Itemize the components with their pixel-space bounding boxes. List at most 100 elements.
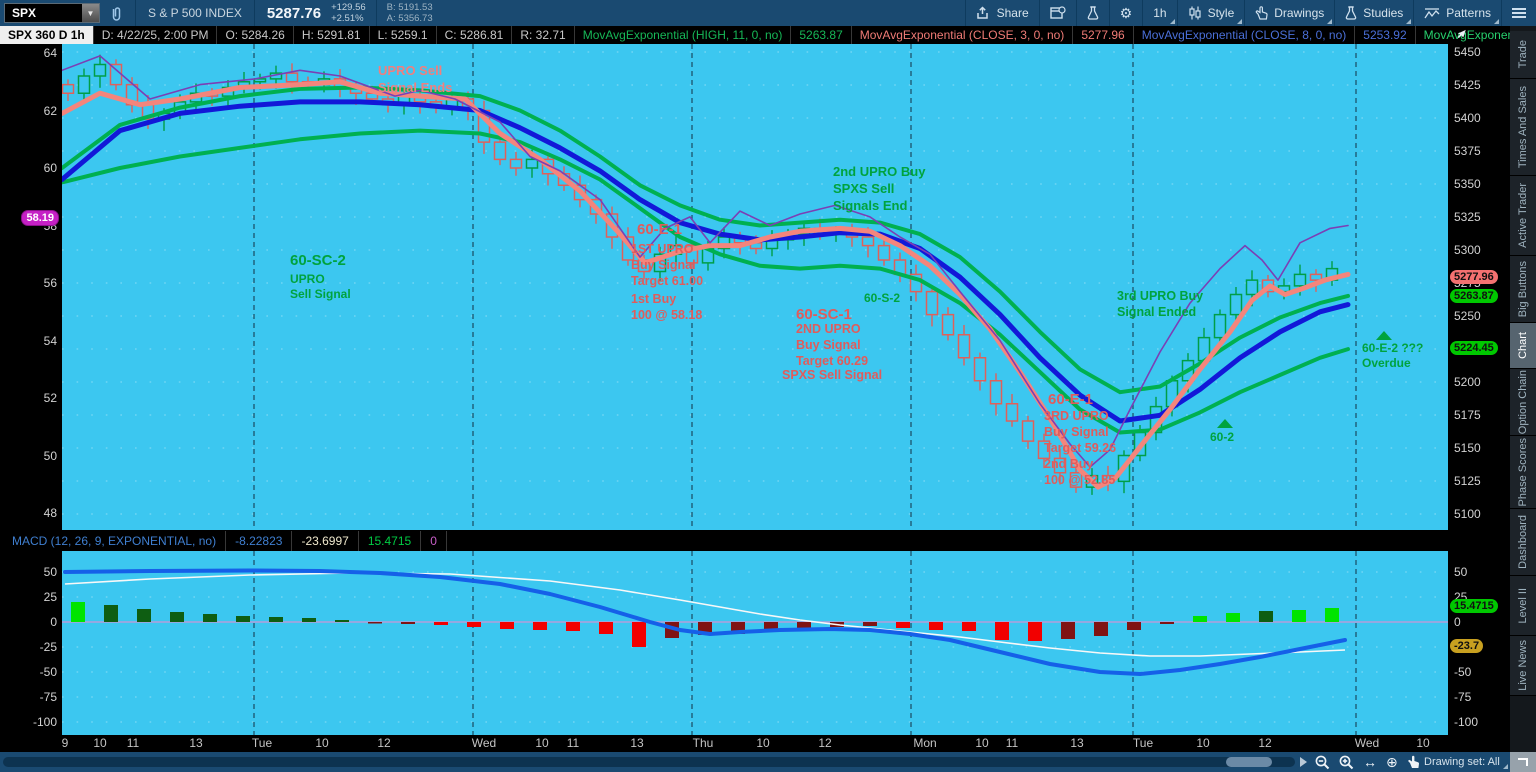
macd-study-label[interactable]: MACD (12, 26, 9, EXPONENTIAL, no): [0, 531, 226, 551]
chart-annotation[interactable]: 60-S-2: [864, 291, 900, 306]
study-label-ema-high11[interactable]: MovAvgExponential (HIGH, 11, 0, no): [574, 26, 791, 44]
toolbar-buttons: Share ⚙ 1h: [965, 0, 1536, 26]
candlestick: [927, 286, 938, 326]
candlestick: [991, 373, 1002, 415]
zoom-out-button[interactable]: [1315, 755, 1330, 770]
sidebar-tab-chart[interactable]: Chart: [1510, 323, 1536, 369]
field-range: R: 32.71: [511, 26, 573, 44]
macd-histogram-bar: [236, 616, 250, 622]
price-tick-right: 5375: [1454, 144, 1481, 158]
last-price: 5287.76: [257, 0, 331, 26]
ema-close-3-line: [62, 82, 1348, 487]
chart-annotation[interactable]: 1ST UPRO Buy Signal Target 61.00: [631, 241, 703, 289]
chart-annotation[interactable]: 1st Buy 100 @ 58.18: [631, 291, 702, 323]
macd-histogram-bar: [434, 622, 448, 625]
symbol-value: SPX: [5, 6, 82, 20]
chart-h-scrollbar[interactable]: [3, 757, 1295, 767]
macd-histogram-bar: [962, 622, 976, 631]
chart-annotation[interactable]: 60-E-2 ??? Overdue: [1362, 341, 1423, 371]
buy-signal-triangle-icon: [1217, 419, 1233, 428]
macd-histogram-bar: [995, 622, 1009, 640]
price-axis-right[interactable]: 5450542554005375535053255300527552505225…: [1448, 44, 1510, 535]
chart-annotation[interactable]: UPRO Sell Signal Ends: [378, 62, 452, 96]
macd-axis-left[interactable]: 50250-25-50-75-100: [0, 551, 62, 735]
patterns-button[interactable]: Patterns: [1413, 0, 1501, 26]
candlestick: [63, 79, 74, 101]
drawings-button[interactable]: Drawings: [1244, 0, 1334, 26]
sidebar-tab-level-ii[interactable]: Level II: [1510, 576, 1536, 636]
study-label-ema-close3[interactable]: MovAvgExponential (CLOSE, 3, 0, no): [851, 26, 1073, 44]
crosshair-mode-button[interactable]: ⊕: [1386, 755, 1398, 769]
zoom-in-button[interactable]: [1339, 755, 1354, 770]
price-tick-left: 62: [44, 104, 57, 118]
fit-width-button[interactable]: ↔: [1363, 755, 1377, 769]
study-label-ema-close8[interactable]: MovAvgExponential (CLOSE, 8, 0, no): [1133, 26, 1355, 44]
chart-annotation[interactable]: 3rd UPRO Buy Signal Ended: [1117, 288, 1203, 320]
interval-button[interactable]: 1h: [1142, 0, 1176, 26]
price-chart-svg: [62, 44, 1448, 530]
macd-histogram-bar: [467, 622, 481, 627]
candlestick: [911, 265, 922, 302]
panel-corner-icon: [1518, 758, 1528, 766]
macd-tick-left: -100: [33, 715, 57, 729]
chart-annotation[interactable]: 60-2: [1210, 430, 1234, 445]
calendar-events-button[interactable]: [1039, 0, 1076, 26]
link-button[interactable]: [100, 0, 133, 26]
zoom-out-icon: [1315, 755, 1330, 770]
sidebar-tab-dashboard[interactable]: Dashboard: [1510, 509, 1536, 576]
macd-histogram-bar: [203, 614, 217, 622]
time-axis-label: Tue: [1133, 736, 1153, 750]
settings-button[interactable]: ⚙: [1109, 0, 1143, 26]
sidebar-tab-phase-scores[interactable]: Phase Scores: [1510, 436, 1536, 509]
candlestick: [223, 80, 234, 108]
chart-annotation[interactable]: UPRO Sell Signal: [290, 272, 351, 302]
chart-annotation[interactable]: 60-SC-2: [290, 251, 346, 270]
collapse-sidebar-button[interactable]: [1510, 752, 1536, 772]
style-button[interactable]: Style: [1177, 0, 1245, 26]
candlestick: [495, 137, 506, 165]
macd-avg-value: -23.6997: [292, 531, 358, 551]
scroll-right-arrow-icon[interactable]: [1300, 757, 1307, 767]
chart-annotation[interactable]: 60-E-1: [1048, 390, 1093, 409]
pointing-hand-icon: [1255, 6, 1268, 20]
share-label: Share: [997, 6, 1029, 20]
symbol-dropdown-caret-icon[interactable]: ▼: [82, 4, 99, 22]
time-axis-label: Tue: [252, 736, 272, 750]
macd-tick-left: 50: [44, 565, 57, 579]
chart-annotation[interactable]: 3RD UPRO Buy Signal Target 59.26 2nd Buy…: [1044, 408, 1116, 488]
toolbar-separator: [376, 0, 377, 26]
ask-value: A: 5356.73: [387, 13, 433, 24]
hand-icon: [1407, 755, 1420, 769]
studies-button[interactable]: Studies: [1334, 0, 1413, 26]
drawing-set-selector[interactable]: Drawing set: All: [1424, 752, 1500, 772]
price-tick-right: 5325: [1454, 210, 1481, 224]
sidebar-tab-live-news[interactable]: Live News: [1510, 636, 1536, 696]
macd-histogram-bar: [599, 622, 613, 634]
chart-annotation[interactable]: 2ND UPRO Buy Signal Target 60.29: [796, 321, 868, 369]
scrollbar-thumb[interactable]: [1226, 757, 1272, 767]
calendar-clock-icon: [1050, 6, 1066, 20]
sidebar-tab-big-buttons[interactable]: Big Buttons: [1510, 256, 1536, 323]
sidebar-tab-trade[interactable]: Trade: [1510, 31, 1536, 79]
macd-tick-right: 50: [1454, 565, 1467, 579]
time-axis-label: Wed: [472, 736, 496, 750]
sidebar-tab-active-trader[interactable]: Active Trader: [1510, 176, 1536, 256]
chart-annotation[interactable]: SPXS Sell Signal: [782, 367, 882, 383]
chart-menu-button[interactable]: [1501, 0, 1536, 26]
time-axis-label: 11: [567, 736, 579, 750]
macd-axis-right[interactable]: 50250-25-50-75-10015.4715-23.7: [1448, 535, 1510, 735]
sidebar-tab-times-and-sales[interactable]: Times And Sales: [1510, 79, 1536, 176]
share-button[interactable]: Share: [965, 0, 1039, 26]
candlestick: [111, 59, 122, 90]
chart-annotation[interactable]: 2nd UPRO Buy SPXS Sell Signals End: [833, 163, 925, 214]
price-axis-left[interactable]: 64626058565452504858.19: [0, 44, 62, 530]
time-axis[interactable]: 9101113Tue1012Wed101113Thu1012Mon101113T…: [0, 735, 1510, 752]
sidebar-tab-option-chain[interactable]: Option Chain: [1510, 369, 1536, 436]
candlestick: [895, 253, 906, 283]
analysis-tools-button[interactable]: [1076, 0, 1109, 26]
symbol-description: S & P 500 INDEX: [138, 0, 252, 26]
time-axis-label: Mon: [913, 736, 936, 750]
symbol-input[interactable]: SPX ▼: [4, 3, 100, 23]
chart-annotation[interactable]: 60-E-1: [637, 220, 682, 239]
pan-mode-button[interactable]: [1407, 755, 1420, 769]
